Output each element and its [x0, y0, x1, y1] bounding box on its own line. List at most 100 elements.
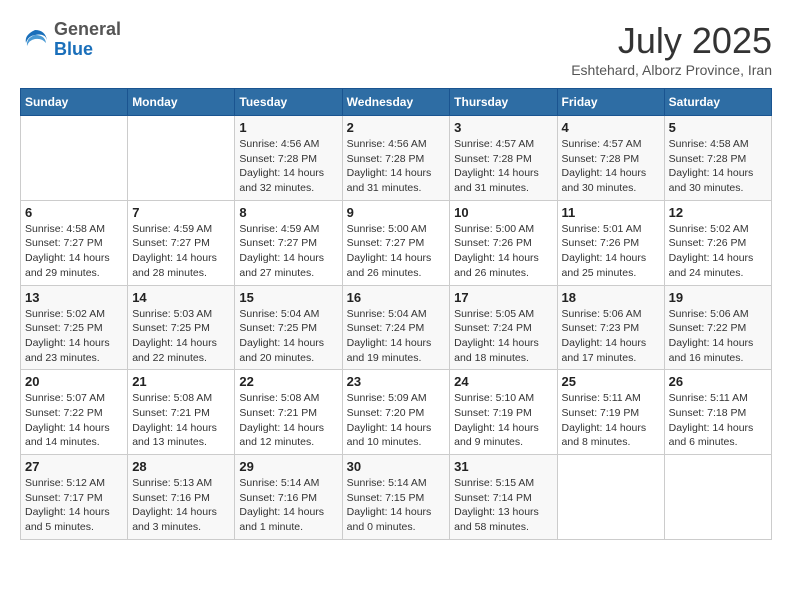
- calendar-cell: 26Sunrise: 5:11 AM Sunset: 7:18 PM Dayli…: [664, 370, 771, 455]
- day-info: Sunrise: 5:09 AM Sunset: 7:20 PM Dayligh…: [347, 391, 446, 450]
- calendar-cell: 2 Sunrise: 4:56 AM Sunset: 7:28 PM Daylig…: [342, 116, 450, 201]
- calendar-cell: 30 Sunrise: 5:14 AM Sunset: 7:15 PM Dayli…: [342, 455, 450, 540]
- day-number: 3: [454, 120, 552, 135]
- weekday-header: Sunday: [21, 89, 128, 116]
- calendar-cell: 15 Sunrise: 5:04 AM Sunset: 7:25 PM Dayli…: [235, 285, 342, 370]
- title-section: July 2025 Eshtehard, Alborz Province, Ir…: [571, 20, 772, 78]
- calendar-cell: 29Sunrise: 5:14 AM Sunset: 7:16 PM Dayli…: [235, 455, 342, 540]
- day-info: Sunrise: 5:13 AM Sunset: 7:16 PM Dayligh…: [132, 476, 230, 535]
- day-number: 6: [25, 205, 123, 220]
- calendar-cell: 13 Sunrise: 5:02 AM Sunset: 7:25 PM Dayli…: [21, 285, 128, 370]
- calendar-body: 1Sunrise: 4:56 AM Sunset: 7:28 PM Daylig…: [21, 116, 772, 540]
- day-number: 5: [669, 120, 767, 135]
- calendar-cell: 14Sunrise: 5:03 AM Sunset: 7:25 PM Dayli…: [128, 285, 235, 370]
- day-info: Sunrise: 5:04 AM Sunset: 7:25 PM Dayligh…: [239, 307, 337, 366]
- day-info: Sunrise: 5:14 AM Sunset: 7:15 PM Dayligh…: [347, 476, 446, 535]
- calendar-week-row: 1Sunrise: 4:56 AM Sunset: 7:28 PM Daylig…: [21, 116, 772, 201]
- weekday-header: Saturday: [664, 89, 771, 116]
- day-number: 12: [669, 205, 767, 220]
- location: Eshtehard, Alborz Province, Iran: [571, 62, 772, 78]
- weekday-header: Monday: [128, 89, 235, 116]
- calendar-header: SundayMondayTuesdayWednesdayThursdayFrid…: [21, 89, 772, 116]
- day-number: 22: [239, 374, 337, 389]
- day-info: Sunrise: 4:59 AM Sunset: 7:27 PM Dayligh…: [132, 222, 230, 281]
- page-header: General Blue July 2025 Eshtehard, Alborz…: [20, 20, 772, 78]
- weekday-header: Wednesday: [342, 89, 450, 116]
- day-info: Sunrise: 5:06 AM Sunset: 7:22 PM Dayligh…: [669, 307, 767, 366]
- day-number: 2: [347, 120, 446, 135]
- weekday-header: Tuesday: [235, 89, 342, 116]
- day-number: 10: [454, 205, 552, 220]
- day-number: 13: [25, 290, 123, 305]
- calendar-cell: 6Sunrise: 4:58 AM Sunset: 7:27 PM Daylig…: [21, 200, 128, 285]
- day-info: Sunrise: 5:07 AM Sunset: 7:22 PM Dayligh…: [25, 391, 123, 450]
- day-info: Sunrise: 4:57 AM Sunset: 7:28 PM Dayligh…: [562, 137, 660, 196]
- calendar-cell: 23 Sunrise: 5:09 AM Sunset: 7:20 PM Dayli…: [342, 370, 450, 455]
- day-info: Sunrise: 5:08 AM Sunset: 7:21 PM Dayligh…: [239, 391, 337, 450]
- day-number: 28: [132, 459, 230, 474]
- day-number: 18: [562, 290, 660, 305]
- day-number: 26: [669, 374, 767, 389]
- day-info: Sunrise: 4:57 AM Sunset: 7:28 PM Dayligh…: [454, 137, 552, 196]
- calendar-cell: 20Sunrise: 5:07 AM Sunset: 7:22 PM Dayli…: [21, 370, 128, 455]
- calendar-cell: 7 Sunrise: 4:59 AM Sunset: 7:27 PM Daylig…: [128, 200, 235, 285]
- weekday-row: SundayMondayTuesdayWednesdayThursdayFrid…: [21, 89, 772, 116]
- day-info: Sunrise: 5:15 AM Sunset: 7:14 PM Dayligh…: [454, 476, 552, 535]
- day-info: Sunrise: 4:56 AM Sunset: 7:28 PM Dayligh…: [347, 137, 446, 196]
- day-number: 23: [347, 374, 446, 389]
- calendar-cell: 11Sunrise: 5:01 AM Sunset: 7:26 PM Dayli…: [557, 200, 664, 285]
- day-number: 17: [454, 290, 552, 305]
- day-info: Sunrise: 4:58 AM Sunset: 7:28 PM Dayligh…: [669, 137, 767, 196]
- logo: General Blue: [20, 20, 121, 60]
- day-number: 8: [239, 205, 337, 220]
- calendar-cell: 10 Sunrise: 5:00 AM Sunset: 7:26 PM Dayli…: [450, 200, 557, 285]
- day-info: Sunrise: 5:02 AM Sunset: 7:25 PM Dayligh…: [25, 307, 123, 366]
- day-info: Sunrise: 5:05 AM Sunset: 7:24 PM Dayligh…: [454, 307, 552, 366]
- day-info: Sunrise: 5:08 AM Sunset: 7:21 PM Dayligh…: [132, 391, 230, 450]
- calendar-week-row: 13 Sunrise: 5:02 AM Sunset: 7:25 PM Dayli…: [21, 285, 772, 370]
- calendar-cell: 12Sunrise: 5:02 AM Sunset: 7:26 PM Dayli…: [664, 200, 771, 285]
- day-number: 16: [347, 290, 446, 305]
- day-info: Sunrise: 4:56 AM Sunset: 7:28 PM Dayligh…: [239, 137, 337, 196]
- calendar-cell: 28 Sunrise: 5:13 AM Sunset: 7:16 PM Dayli…: [128, 455, 235, 540]
- month-title: July 2025: [571, 20, 772, 62]
- day-info: Sunrise: 5:00 AM Sunset: 7:26 PM Dayligh…: [454, 222, 552, 281]
- calendar-cell: 27Sunrise: 5:12 AM Sunset: 7:17 PM Dayli…: [21, 455, 128, 540]
- calendar-cell: [128, 116, 235, 201]
- weekday-header: Friday: [557, 89, 664, 116]
- day-number: 11: [562, 205, 660, 220]
- calendar-cell: 4Sunrise: 4:57 AM Sunset: 7:28 PM Daylig…: [557, 116, 664, 201]
- calendar-cell: 9Sunrise: 5:00 AM Sunset: 7:27 PM Daylig…: [342, 200, 450, 285]
- day-number: 21: [132, 374, 230, 389]
- day-info: Sunrise: 5:04 AM Sunset: 7:24 PM Dayligh…: [347, 307, 446, 366]
- calendar-cell: [664, 455, 771, 540]
- calendar-cell: 18 Sunrise: 5:06 AM Sunset: 7:23 PM Dayli…: [557, 285, 664, 370]
- calendar-cell: 22 Sunrise: 5:08 AM Sunset: 7:21 PM Dayli…: [235, 370, 342, 455]
- day-number: 15: [239, 290, 337, 305]
- logo-general-text: General: [54, 20, 121, 40]
- day-info: Sunrise: 5:06 AM Sunset: 7:23 PM Dayligh…: [562, 307, 660, 366]
- day-number: 24: [454, 374, 552, 389]
- calendar-cell: 25Sunrise: 5:11 AM Sunset: 7:19 PM Dayli…: [557, 370, 664, 455]
- calendar-cell: [21, 116, 128, 201]
- logo-icon: [20, 25, 50, 55]
- calendar-cell: 1Sunrise: 4:56 AM Sunset: 7:28 PM Daylig…: [235, 116, 342, 201]
- calendar-cell: 16 Sunrise: 5:04 AM Sunset: 7:24 PM Dayli…: [342, 285, 450, 370]
- calendar-cell: 5 Sunrise: 4:58 AM Sunset: 7:28 PM Daylig…: [664, 116, 771, 201]
- calendar-cell: 8Sunrise: 4:59 AM Sunset: 7:27 PM Daylig…: [235, 200, 342, 285]
- calendar-cell: [557, 455, 664, 540]
- day-number: 14: [132, 290, 230, 305]
- day-number: 30: [347, 459, 446, 474]
- day-number: 7: [132, 205, 230, 220]
- calendar-week-row: 27Sunrise: 5:12 AM Sunset: 7:17 PM Dayli…: [21, 455, 772, 540]
- calendar-week-row: 20Sunrise: 5:07 AM Sunset: 7:22 PM Dayli…: [21, 370, 772, 455]
- day-number: 31: [454, 459, 552, 474]
- day-number: 29: [239, 459, 337, 474]
- calendar-cell: 31 Sunrise: 5:15 AM Sunset: 7:14 PM Dayli…: [450, 455, 557, 540]
- calendar-cell: 19 Sunrise: 5:06 AM Sunset: 7:22 PM Dayli…: [664, 285, 771, 370]
- day-info: Sunrise: 5:10 AM Sunset: 7:19 PM Dayligh…: [454, 391, 552, 450]
- calendar-cell: 24 Sunrise: 5:10 AM Sunset: 7:19 PM Dayli…: [450, 370, 557, 455]
- calendar-cell: 21 Sunrise: 5:08 AM Sunset: 7:21 PM Dayli…: [128, 370, 235, 455]
- day-info: Sunrise: 5:11 AM Sunset: 7:19 PM Dayligh…: [562, 391, 660, 450]
- day-number: 19: [669, 290, 767, 305]
